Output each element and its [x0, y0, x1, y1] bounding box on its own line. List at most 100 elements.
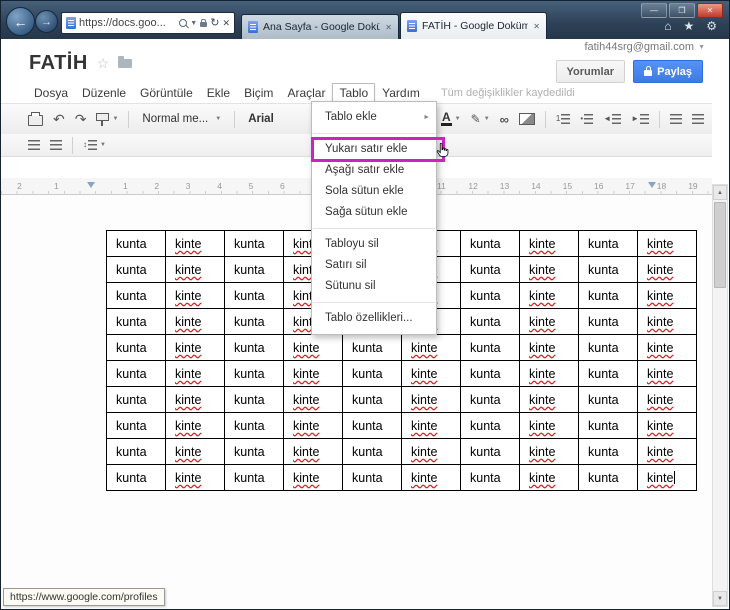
menu-item-sağa-sütun-ekle[interactable]: Sağa sütun ekle: [312, 202, 436, 223]
star-document-icon[interactable]: ☆: [97, 55, 110, 72]
table-cell[interactable]: kunta: [460, 412, 520, 439]
menu-item-yukarı-satır-ekle[interactable]: Yukarı satır ekle: [311, 137, 449, 162]
table-cell[interactable]: kunta: [224, 412, 284, 439]
scroll-down-icon[interactable]: ▼: [713, 591, 727, 606]
menu-görüntüle[interactable]: Görüntüle: [133, 83, 200, 103]
table-cell[interactable]: kinte: [637, 386, 697, 413]
scroll-up-icon[interactable]: ▲: [713, 185, 727, 200]
table-cell[interactable]: kunta: [578, 386, 638, 413]
table-cell[interactable]: kunta: [342, 438, 402, 465]
menu-dosya[interactable]: Dosya: [27, 83, 75, 103]
table-cell[interactable]: kunta: [460, 360, 520, 387]
account-menu[interactable]: fatih44srg@gmail.com ▼: [584, 41, 705, 53]
table-cell[interactable]: kunta: [106, 464, 166, 491]
table-cell[interactable]: kunta: [578, 282, 638, 309]
scrollbar-thumb[interactable]: [714, 202, 726, 288]
table-cell[interactable]: kinte: [165, 308, 225, 335]
link-icon[interactable]: ∞: [497, 108, 512, 130]
table-cell[interactable]: kinte: [165, 438, 225, 465]
table-cell[interactable]: kunta: [106, 308, 166, 335]
stop-icon[interactable]: ✕: [222, 18, 230, 28]
menu-biçim[interactable]: Biçim: [237, 83, 280, 103]
table-cell[interactable]: kunta: [224, 360, 284, 387]
table-cell[interactable]: kunta: [106, 256, 166, 283]
font-dropdown[interactable]: Arial: [242, 108, 280, 130]
indent-marker-right[interactable]: [648, 182, 656, 188]
table-cell[interactable]: kinte: [637, 438, 697, 465]
table-cell[interactable]: kunta: [106, 360, 166, 387]
redo-icon[interactable]: ↷: [72, 108, 90, 130]
table-cell[interactable]: kinte: [165, 360, 225, 387]
table-cell[interactable]: kunta: [578, 464, 638, 491]
search-icon[interactable]: [179, 19, 188, 27]
account-email[interactable]: fatih44srg@gmail.com: [584, 41, 694, 53]
table-cell[interactable]: kinte: [401, 386, 461, 413]
table-cell[interactable]: kunta: [460, 438, 520, 465]
tab-ana-sayfa[interactable]: Ana Sayfa - Google Dokümanlar ✕: [241, 14, 399, 39]
table-cell[interactable]: kunta: [578, 412, 638, 439]
tools-gear-icon[interactable]: ⚙: [706, 19, 717, 33]
table-cell[interactable]: kunta: [460, 256, 520, 283]
home-icon[interactable]: ⌂: [664, 19, 671, 33]
table-cell[interactable]: kinte: [637, 334, 697, 361]
table-cell[interactable]: kinte: [519, 308, 579, 335]
table-cell[interactable]: kinte: [283, 386, 343, 413]
menu-düzenle[interactable]: Düzenle: [75, 83, 133, 103]
maximize-button[interactable]: ❐: [669, 3, 695, 18]
table-cell[interactable]: kinte: [165, 334, 225, 361]
table-cell[interactable]: kinte: [519, 360, 579, 387]
table-cell[interactable]: kunta: [224, 256, 284, 283]
table-cell[interactable]: kinte: [637, 256, 697, 283]
table-cell[interactable]: kinte: [637, 282, 697, 309]
tab-close-icon[interactable]: ✕: [533, 22, 540, 31]
table-cell[interactable]: kinte: [165, 464, 225, 491]
table-cell[interactable]: kinte: [637, 412, 697, 439]
menu-item-sola-sütun-ekle[interactable]: Sola sütun ekle: [312, 181, 436, 202]
table-cell[interactable]: kinte: [283, 334, 343, 361]
align-left-icon[interactable]: [47, 134, 65, 156]
menu-item-tabloyu-sil[interactable]: Tabloyu sil: [312, 234, 436, 255]
table-cell[interactable]: kunta: [224, 308, 284, 335]
table-cell[interactable]: kunta: [578, 360, 638, 387]
table-cell[interactable]: kunta: [106, 334, 166, 361]
bullet-list-icon[interactable]: •: [577, 108, 596, 130]
table-cell[interactable]: kinte: [283, 412, 343, 439]
forward-button[interactable]: →: [35, 10, 58, 33]
table-cell[interactable]: kunta: [460, 282, 520, 309]
table-cell[interactable]: kinte: [519, 230, 579, 257]
table-cell[interactable]: kunta: [460, 230, 520, 257]
table-cell[interactable]: kinte: [283, 464, 343, 491]
table-cell[interactable]: kinte: [401, 334, 461, 361]
indent-icon[interactable]: ►: [628, 108, 652, 130]
table-cell[interactable]: kunta: [460, 334, 520, 361]
align-center-icon[interactable]: [689, 108, 707, 130]
close-button[interactable]: ✕: [697, 3, 723, 18]
table-cell[interactable]: kunta: [460, 386, 520, 413]
table-cell[interactable]: kinte: [519, 464, 579, 491]
table-cell[interactable]: kunta: [224, 230, 284, 257]
table-cell[interactable]: kinte: [165, 386, 225, 413]
undo-icon[interactable]: ↶: [50, 108, 68, 130]
table-cell[interactable]: kinte: [165, 256, 225, 283]
table-cell[interactable]: kunta: [342, 464, 402, 491]
table-cell[interactable]: kunta: [224, 282, 284, 309]
menu-araçlar[interactable]: Araçlar: [280, 83, 332, 103]
back-button[interactable]: ←: [6, 7, 35, 36]
align-justify-icon[interactable]: [25, 134, 43, 156]
table-cell[interactable]: kunta: [460, 464, 520, 491]
table-cell[interactable]: kinte: [519, 282, 579, 309]
minimize-button[interactable]: —: [641, 3, 667, 18]
table-cell[interactable]: kunta: [578, 230, 638, 257]
table-cell[interactable]: kinte: [165, 412, 225, 439]
comments-button[interactable]: Yorumlar: [555, 60, 625, 83]
table-cell[interactable]: kinte: [519, 438, 579, 465]
table-cell[interactable]: kunta: [342, 386, 402, 413]
share-button[interactable]: Paylaş: [633, 60, 703, 83]
table-cell[interactable]: kunta: [106, 230, 166, 257]
table-cell[interactable]: kunta: [578, 438, 638, 465]
table-cell[interactable]: kinte: [519, 334, 579, 361]
table-cell[interactable]: kinte: [519, 386, 579, 413]
table-cell[interactable]: kunta: [224, 464, 284, 491]
table-cell[interactable]: kunta: [342, 334, 402, 361]
outdent-icon[interactable]: ◄: [600, 108, 624, 130]
